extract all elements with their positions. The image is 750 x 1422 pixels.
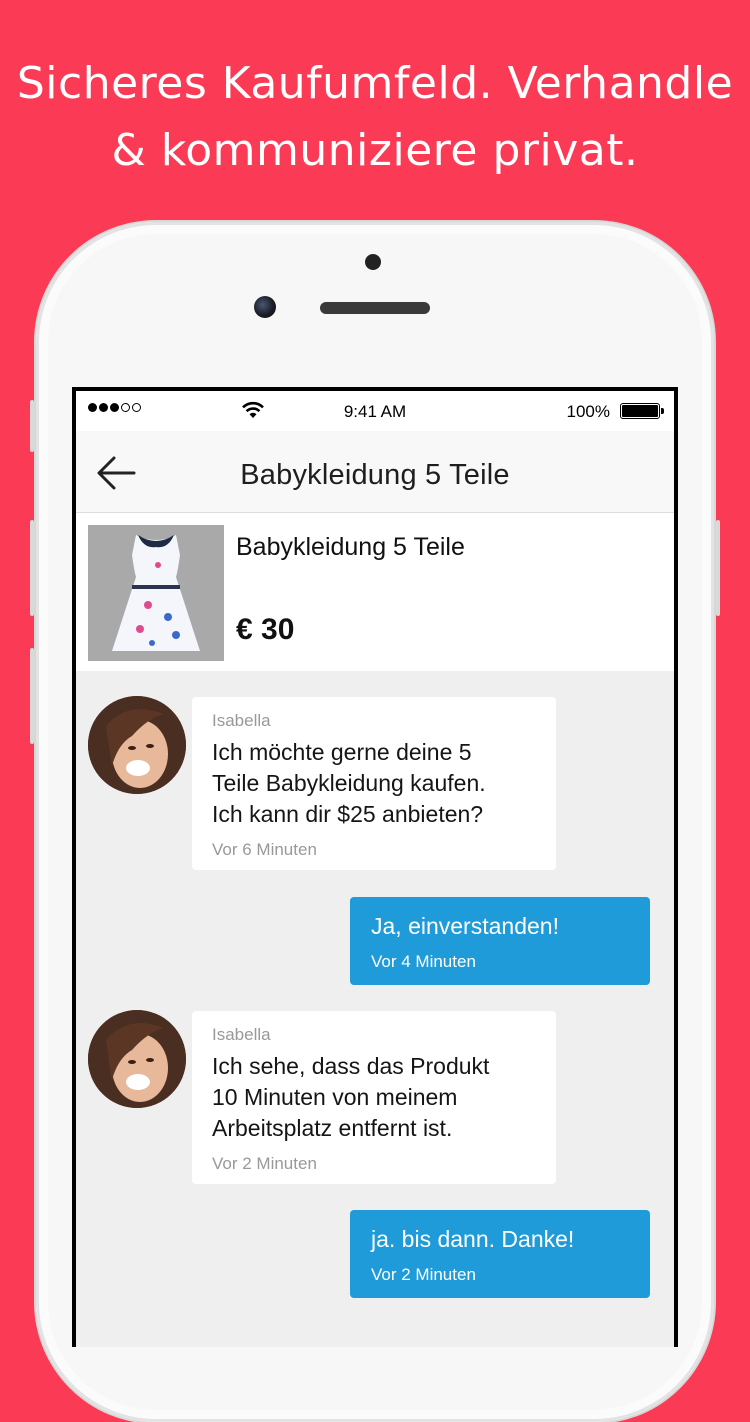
product-title: Babykleidung 5 Teile bbox=[236, 533, 465, 561]
product-image bbox=[88, 525, 224, 661]
message-text: Ich sehe, dass das Produkt 10 Minuten vo… bbox=[212, 1053, 490, 1141]
product-price: € 30 bbox=[236, 613, 295, 646]
volume-up-button bbox=[30, 520, 34, 616]
chat-screen: 9:41 AM 100% Babykleidung 5 Teile Babykl… bbox=[76, 391, 674, 1347]
battery-icon bbox=[620, 403, 664, 419]
message-text: Ich möchte gerne deine 5 Teile Babykleid… bbox=[212, 739, 486, 827]
front-camera bbox=[254, 296, 276, 318]
message-sender: Isabella bbox=[212, 711, 271, 730]
message-timestamp: Vor 6 Minuten bbox=[212, 840, 317, 859]
promo-headline: Sicheres Kaufumfeld. Verhandle & kommuni… bbox=[0, 50, 750, 184]
proximity-sensor bbox=[365, 254, 381, 270]
mute-switch bbox=[30, 400, 34, 452]
message-sender: Isabella bbox=[212, 1025, 271, 1044]
incoming-message: Isabella Ich möchte gerne deine 5 Teile … bbox=[192, 697, 556, 870]
message-timestamp: Vor 2 Minuten bbox=[371, 1265, 476, 1284]
message-text: Ja, einverstanden! bbox=[371, 913, 559, 939]
battery-percentage: 100% bbox=[566, 402, 610, 421]
page-title: Babykleidung 5 Teile bbox=[240, 459, 510, 491]
incoming-message: Isabella Ich sehe, dass das Produkt 10 M… bbox=[192, 1011, 556, 1184]
navigation-bar: Babykleidung 5 Teile bbox=[76, 431, 674, 513]
power-button bbox=[716, 520, 720, 616]
status-bar: 9:41 AM 100% bbox=[76, 391, 674, 431]
product-summary[interactable]: Babykleidung 5 Teile € 30 bbox=[76, 513, 674, 671]
phone-screen: 9:41 AM 100% Babykleidung 5 Teile Babykl… bbox=[72, 387, 678, 1347]
sender-avatar bbox=[88, 696, 186, 794]
volume-down-button bbox=[30, 648, 34, 744]
message-timestamp: Vor 4 Minuten bbox=[371, 952, 476, 971]
outgoing-message: ja. bis dann. Danke! Vor 2 Minuten bbox=[350, 1210, 650, 1298]
promo-headline-line-2: & kommuniziere privat. bbox=[111, 125, 639, 176]
message-text: ja. bis dann. Danke! bbox=[371, 1226, 575, 1252]
message-timestamp: Vor 2 Minuten bbox=[212, 1154, 317, 1173]
earpiece-speaker bbox=[320, 302, 430, 314]
outgoing-message: Ja, einverstanden! Vor 4 Minuten bbox=[350, 897, 650, 985]
sender-avatar bbox=[88, 1010, 186, 1108]
promo-headline-line-1: Sicheres Kaufumfeld. Verhandle bbox=[16, 58, 734, 109]
